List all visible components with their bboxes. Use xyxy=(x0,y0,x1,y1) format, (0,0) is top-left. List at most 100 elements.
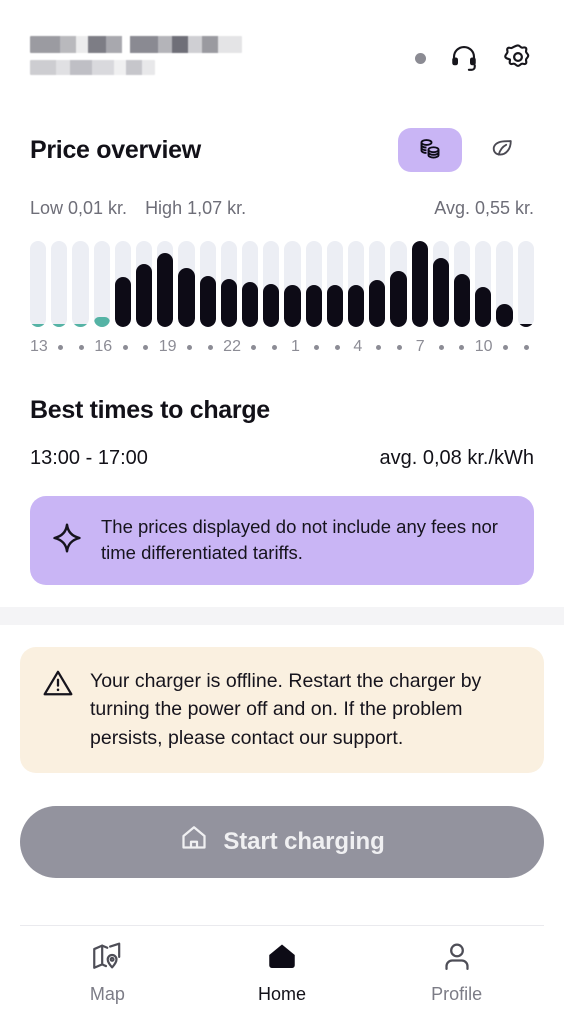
bottom-navigation: Map Home Profile xyxy=(20,925,544,1016)
price-high: High 1,07 kr. xyxy=(145,198,247,218)
price-overview-card: Price overview Low 0,01 kr. High 1,07 kr… xyxy=(0,0,564,607)
chart-bar-fill xyxy=(263,284,280,327)
chart-bar[interactable] xyxy=(136,241,153,327)
card-divider xyxy=(0,606,564,625)
axis-dot xyxy=(502,344,508,350)
axis-tick: 16 xyxy=(94,338,113,355)
leaf-icon xyxy=(488,135,516,166)
support-button[interactable] xyxy=(448,42,480,74)
chart-bar[interactable] xyxy=(326,241,344,327)
account-name-redacted xyxy=(30,34,242,75)
chart-bar-fill xyxy=(51,324,68,327)
tab-profile[interactable]: Profile xyxy=(369,940,544,1005)
axis-dot xyxy=(313,344,319,350)
chart-bar[interactable] xyxy=(220,241,238,327)
best-times-row: 13:00 - 17:00 avg. 0,08 kr./kWh xyxy=(30,447,534,470)
axis-tick xyxy=(246,338,262,356)
price-stats: Low 0,01 kr. High 1,07 kr. Avg. 0,55 kr. xyxy=(30,198,534,219)
person-icon xyxy=(440,940,474,977)
tab-map-label: Map xyxy=(89,984,125,1004)
axis-dot xyxy=(396,344,402,350)
chart-bar[interactable] xyxy=(475,241,492,327)
axis-tick xyxy=(202,338,218,356)
price-disclaimer-banner: The prices displayed do not include any … xyxy=(30,496,534,585)
chart-bar[interactable] xyxy=(178,241,195,327)
axis-tick xyxy=(182,338,198,356)
chart-bar[interactable] xyxy=(454,241,471,327)
chart-bar-fill xyxy=(390,271,407,327)
headset-icon xyxy=(449,42,479,75)
chart-bar[interactable] xyxy=(284,241,301,327)
chart-bar[interactable] xyxy=(93,241,110,327)
chart-bar[interactable] xyxy=(199,241,216,327)
chart-bar-fill xyxy=(114,277,132,327)
chart-bar-fill xyxy=(178,268,195,327)
best-times-range: 13:00 - 17:00 xyxy=(30,447,148,469)
mode-emission-button[interactable] xyxy=(470,128,534,172)
axis-tick xyxy=(392,338,408,356)
axis-tick xyxy=(433,338,449,356)
tab-home-label: Home xyxy=(258,984,307,1004)
axis-dot xyxy=(272,344,278,350)
redacted-line-2 xyxy=(30,60,155,75)
chart-bar[interactable] xyxy=(114,241,132,327)
house-icon xyxy=(179,823,209,860)
warning-triangle-icon xyxy=(42,667,74,704)
chart-bar-fill xyxy=(305,285,322,327)
best-times-avg: avg. 0,08 kr./kWh xyxy=(379,447,534,469)
charger-offline-text: Your charger is offline. Restart the cha… xyxy=(90,669,482,749)
chart-bar-fill xyxy=(517,324,534,327)
axis-dot xyxy=(143,344,149,350)
chart-bar[interactable] xyxy=(305,241,322,327)
chart-bar[interactable] xyxy=(72,241,89,327)
chart-bar[interactable] xyxy=(517,241,534,327)
chart-bar[interactable] xyxy=(390,241,407,327)
chart-bar-fill xyxy=(136,264,153,327)
chart-bar-fill xyxy=(242,282,259,327)
chart-bar-fill xyxy=(369,280,386,327)
tab-map[interactable]: Map xyxy=(20,940,195,1005)
chart-bar[interactable] xyxy=(432,241,450,327)
chart-bar-fill xyxy=(220,279,238,327)
chart-bar-fill xyxy=(93,317,110,327)
axis-tick: 1 xyxy=(291,338,300,355)
header-actions xyxy=(415,34,534,74)
chart-bar-fill xyxy=(199,276,216,327)
chart-bar-fill xyxy=(475,287,492,327)
chart-bar[interactable] xyxy=(411,241,428,327)
map-pin-icon xyxy=(90,940,124,977)
chart-bar-fill xyxy=(496,304,513,327)
chart-bar[interactable] xyxy=(30,241,47,327)
chart-bar[interactable] xyxy=(242,241,259,327)
chart-bar[interactable] xyxy=(348,241,365,327)
axis-tick: 7 xyxy=(415,338,425,355)
charger-status-card: Your charger is offline. Restart the cha… xyxy=(0,624,564,1016)
axis-dot xyxy=(376,344,382,350)
charger-offline-alert: Your charger is offline. Restart the cha… xyxy=(20,646,544,773)
chart-bar[interactable] xyxy=(496,241,513,327)
status-bar xyxy=(30,0,534,20)
axis-tick xyxy=(53,338,69,356)
chart-bar-fill xyxy=(72,324,89,327)
axis-tick xyxy=(454,338,470,356)
chart-bar[interactable] xyxy=(51,241,68,327)
axis-dot xyxy=(251,344,257,350)
settings-button[interactable] xyxy=(502,42,534,74)
chart-bar[interactable] xyxy=(369,241,386,327)
hourly-price-chart xyxy=(30,241,534,327)
chart-bar[interactable] xyxy=(157,241,174,327)
tab-home[interactable]: Home xyxy=(195,940,370,1005)
start-charging-button[interactable]: Start charging xyxy=(20,805,544,878)
app-screen: Price overview Low 0,01 kr. High 1,07 kr… xyxy=(0,0,564,1016)
axis-tick xyxy=(74,338,90,356)
axis-tick xyxy=(498,338,514,356)
mode-price-button[interactable] xyxy=(398,128,462,172)
axis-tick: 19 xyxy=(158,338,177,355)
chart-bar[interactable] xyxy=(263,241,280,327)
price-overview-header: Price overview xyxy=(30,128,534,172)
price-low: Low 0,01 kr. xyxy=(30,198,128,218)
axis-tick xyxy=(267,338,283,356)
axis-tick xyxy=(138,338,154,356)
chart-hour-axis: 13 16 19 22 1 4 7 10 xyxy=(30,338,534,356)
price-disclaimer-text: The prices displayed do not include any … xyxy=(101,516,498,564)
